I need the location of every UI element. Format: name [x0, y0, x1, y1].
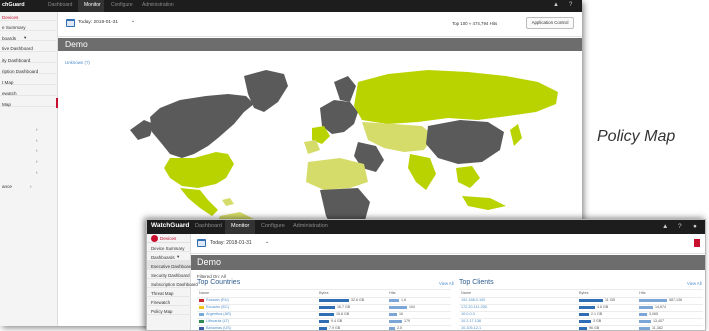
- chevron-down-icon[interactable]: ▾: [177, 254, 179, 260]
- map-se-asia: [456, 166, 480, 188]
- column-header[interactable]: Hits: [389, 291, 396, 295]
- nav-monitor[interactable]: Monitor: [231, 223, 249, 229]
- top-navbar: chGuard Dashboard Monitor Configure Admi…: [0, 0, 582, 12]
- sidebar-item-devices[interactable]: Devices: [2, 15, 18, 20]
- brand-logo: chGuard: [2, 2, 25, 8]
- flag-icon: [199, 299, 204, 302]
- map-africa-north: [306, 158, 368, 190]
- nav-monitor[interactable]: Monitor: [84, 2, 101, 8]
- help-icon[interactable]: ?: [678, 223, 682, 230]
- chevron-right-icon[interactable]: ›: [36, 138, 38, 143]
- top-clients-title: Top Clients: [459, 279, 494, 286]
- chevron-down-icon[interactable]: ⌄: [265, 239, 269, 245]
- flag-icon: [199, 327, 204, 330]
- map-usa: [164, 152, 234, 188]
- sidebar: Devices Device Summary Dashboards ▾ Exec…: [147, 234, 198, 330]
- help-icon[interactable]: ?: [569, 2, 572, 8]
- caption-label: Policy Map: [597, 128, 676, 145]
- sidebar-item-device-summary[interactable]: Device Summary: [151, 246, 184, 251]
- chevron-right-icon[interactable]: ›: [36, 170, 38, 175]
- nav-configure[interactable]: Configure: [261, 223, 285, 229]
- top-countries-title: Top Countries: [197, 279, 241, 286]
- column-header[interactable]: Name: [461, 291, 471, 295]
- map-china: [426, 120, 504, 164]
- map-russia: [354, 70, 558, 124]
- column-header[interactable]: Bytes: [319, 291, 329, 295]
- top-countries-view-all[interactable]: View All: [439, 281, 454, 286]
- sidebar-item-security-dashboard[interactable]: Security Dashboard: [151, 273, 190, 278]
- home-icon: [151, 235, 158, 242]
- column-header[interactable]: Bytes: [579, 291, 589, 295]
- chevron-right-icon[interactable]: ›: [36, 127, 38, 132]
- sidebar-item-threat-map[interactable]: Threat Map: [151, 291, 173, 296]
- executive-dashboard-window: WatchGuard Dashboard Monitor Configure A…: [146, 219, 706, 331]
- sidebar-item-firewatch[interactable]: ewatch: [2, 91, 17, 96]
- top-clients-view-all[interactable]: View All: [687, 281, 702, 286]
- chevron-right-icon[interactable]: ›: [30, 184, 32, 189]
- nav-configure[interactable]: Configure: [111, 2, 133, 8]
- map-mexico: [180, 188, 218, 216]
- brand-logo: WatchGuard: [151, 222, 190, 229]
- sidebar-item-policy-map[interactable]: Policy Map: [151, 309, 172, 314]
- sidebar-item-subscription-dashboard[interactable]: ription Dashboard: [2, 69, 38, 74]
- nav-administration[interactable]: Administration: [142, 2, 174, 8]
- bell-icon[interactable]: ▲: [553, 2, 559, 8]
- sidebar-item-policy-map[interactable]: Map: [2, 102, 11, 107]
- sidebar-item-executive-dashboard[interactable]: tive Dashboard: [2, 46, 33, 51]
- sidebar-item-security-dashboard[interactable]: ity Dashboard: [2, 58, 30, 63]
- chevron-right-icon[interactable]: ›: [36, 159, 38, 164]
- column-header[interactable]: Name: [199, 291, 209, 295]
- map-canada: [150, 94, 254, 158]
- map-scandinavia: [334, 76, 356, 102]
- sidebar-item-label: Devices: [160, 236, 177, 241]
- screenshot-stage: chGuard Dashboard Monitor Configure Admi…: [0, 0, 709, 331]
- map-japan: [510, 124, 522, 146]
- map-alaska: [130, 120, 154, 140]
- flag-icon: [199, 320, 204, 323]
- sidebar-item-devices[interactable]: Devices: [147, 234, 191, 243]
- flag-icon: [199, 313, 204, 316]
- sidebar-item-dashboards[interactable]: Dashboards: [151, 255, 175, 260]
- toolbar: Today: 2018-01-31 ⌄: [191, 234, 705, 254]
- sidebar-item-compliance[interactable]: ance: [2, 184, 12, 189]
- nav-dashboard[interactable]: Dashboard: [48, 2, 72, 8]
- sidebar-item-device-summary[interactable]: e Summary: [2, 25, 26, 30]
- user-icon[interactable]: ●: [693, 223, 697, 230]
- map-india: [408, 154, 436, 190]
- pdf-export-icon[interactable]: [694, 239, 700, 247]
- map-indonesia: [462, 196, 506, 210]
- nav-dashboard[interactable]: Dashboard: [195, 223, 222, 229]
- main-content: Today: 2018-01-31 ⌄ Demo Filtered On: Al…: [191, 234, 705, 330]
- sidebar-item-executive-dashboard[interactable]: Executive Dashboard: [151, 264, 193, 269]
- sidebar-item-dashboards[interactable]: boards: [2, 36, 16, 41]
- page-title: Demo: [197, 257, 222, 267]
- flag-icon: [199, 306, 204, 309]
- bell-icon[interactable]: ▲: [662, 223, 668, 230]
- top-navbar: WatchGuard Dashboard Monitor Configure A…: [147, 220, 705, 234]
- sidebar: Devices e Summary boards ▾ tive Dashboar…: [0, 12, 58, 326]
- chevron-down-icon[interactable]: ▾: [24, 35, 26, 41]
- date-picker[interactable]: Today: 2018-01-31: [210, 240, 252, 246]
- page-title-bar: Demo: [191, 255, 705, 270]
- column-header[interactable]: Hits: [639, 291, 646, 295]
- sidebar-item-firewatch[interactable]: Firewatch: [151, 300, 170, 305]
- sidebar-item-threat-map[interactable]: t Map: [2, 80, 14, 85]
- chevron-right-icon[interactable]: ›: [36, 148, 38, 153]
- map-caribbean: [222, 198, 234, 206]
- nav-administration[interactable]: Administration: [293, 223, 328, 229]
- calendar-icon[interactable]: [197, 239, 206, 247]
